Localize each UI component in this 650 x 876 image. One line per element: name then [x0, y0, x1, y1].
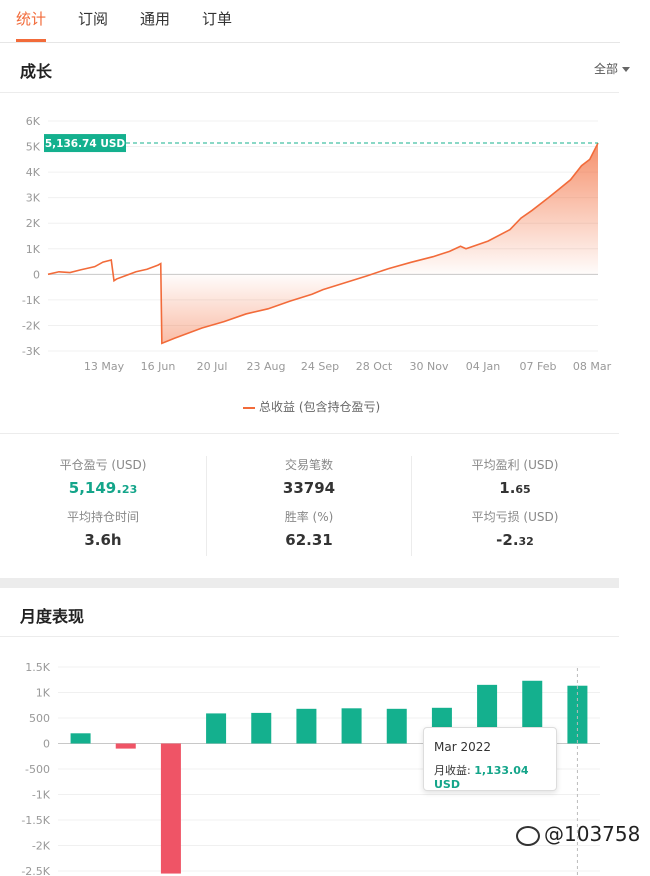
bar — [160, 743, 181, 874]
stat-value: -2.32 — [496, 531, 534, 549]
tooltip-value: 月收益: 1,133.04 USD — [434, 764, 529, 791]
y-tick-label: -500 — [25, 763, 50, 776]
stat-closed-pnl: 平仓盈亏 (USD) 5,149.23 — [0, 456, 206, 497]
y-tick-label: -1K — [22, 294, 41, 307]
growth-chart: 5,136.74 USD 6K 5K 4K 3K 2K 1K 0 -1K -2K -3K 13 Ma… — [22, 115, 612, 373]
monthly-header-divider — [0, 636, 619, 637]
y-tick-label: 5K — [26, 141, 41, 154]
growth-title: 成长 — [20, 62, 53, 81]
stat-label: 平仓盈亏 (USD) — [59, 458, 147, 472]
legend-label: 总收益 (包含持仓盈亏) — [259, 400, 381, 414]
growth-header-divider — [0, 92, 619, 93]
y-tick-label: -1K — [32, 789, 51, 802]
stat-trades: 交易笔数 33794 — [206, 456, 412, 497]
y-tick-label: 0 — [33, 268, 40, 281]
stat-value: 33794 — [282, 479, 336, 497]
current-value-text: 5,136.74 USD — [45, 138, 126, 150]
bar — [206, 713, 227, 744]
caret-down-icon — [622, 67, 630, 72]
stat-label: 胜率 (%) — [284, 510, 334, 524]
weibo-icon — [516, 825, 540, 846]
stat-value: 1.65 — [499, 479, 531, 497]
stat-value: 62.31 — [285, 531, 333, 549]
stat-divider — [411, 456, 412, 556]
bar — [296, 708, 317, 744]
tab-subscribe[interactable]: 订阅 — [78, 8, 108, 29]
section-separator — [0, 578, 619, 588]
range-dropdown-value: 全部 — [593, 62, 618, 76]
y-tick-label: 6K — [26, 115, 41, 128]
x-tick-label: 16 Jun — [141, 360, 176, 373]
stat-label: 交易笔数 — [284, 458, 333, 472]
tab-general[interactable]: 通用 — [140, 8, 170, 29]
stat-avg-loss: 平均亏损 (USD) -2.32 — [412, 508, 618, 549]
x-tick-label: 20 Jul — [197, 360, 228, 373]
tab-orders[interactable]: 订单 — [202, 8, 232, 29]
y-tick-label: -3K — [22, 345, 41, 358]
stat-avg-hold: 平均持仓时间 3.6h — [0, 508, 206, 549]
y-tick-label: 4K — [26, 166, 41, 179]
stat-value: 5,149.23 — [68, 479, 138, 497]
monthly-title: 月度表现 — [20, 607, 85, 626]
watermark: @103758 — [516, 822, 640, 846]
stat-divider — [206, 456, 207, 556]
x-tick-label: 07 Feb — [520, 360, 557, 373]
bar-tooltip: Mar 2022 月收益: 1,133.04 USD — [423, 727, 557, 791]
stat-label: 平均持仓时间 — [66, 510, 139, 524]
bar — [341, 708, 362, 744]
x-tick-label: 08 Mar — [573, 360, 612, 373]
x-tick-label: 24 Sep — [301, 360, 339, 373]
x-tick-label: 23 Aug — [247, 360, 286, 373]
y-tick-label: 3K — [26, 192, 41, 205]
y-tick-label: 2K — [26, 217, 41, 230]
bar — [251, 712, 272, 744]
legend-line-swatch — [243, 406, 255, 409]
y-tick-label: -1.5K — [21, 814, 50, 827]
y-tick-label: 1.5K — [25, 661, 50, 674]
tooltip-month: Mar 2022 — [434, 740, 491, 754]
y-tick-label: -2.5K — [21, 865, 50, 876]
x-tick-label: 28 Oct — [356, 360, 393, 373]
stat-winrate: 胜率 (%) 62.31 — [206, 508, 412, 549]
y-tick-label: 1K — [26, 243, 41, 256]
y-tick-label: 500 — [29, 712, 50, 725]
x-tick-label: 13 May — [84, 360, 125, 373]
bar — [115, 743, 136, 749]
y-tick-label: 1K — [36, 687, 51, 700]
stat-avg-profit: 平均盈利 (USD) 1.65 — [412, 456, 618, 497]
positive-area — [389, 143, 598, 275]
tab-bar: 统计 订阅 通用 订单 — [0, 0, 620, 43]
growth-legend[interactable]: 总收益 (包含持仓盈亏) — [243, 398, 380, 415]
y-tick-label: -2K — [22, 319, 41, 332]
x-tick-label: 04 Jan — [466, 360, 500, 373]
y-tick-label: -2K — [32, 840, 51, 853]
stat-label: 平均亏损 (USD) — [471, 510, 559, 524]
bar — [70, 733, 91, 744]
bar — [386, 708, 407, 744]
range-dropdown[interactable]: 全部 — [594, 60, 630, 77]
tab-statistics[interactable]: 统计 — [16, 8, 46, 29]
active-tab-indicator — [16, 39, 46, 42]
stats-divider — [0, 433, 619, 434]
y-tick-label: 0 — [43, 738, 50, 751]
x-tick-label: 30 Nov — [410, 360, 449, 373]
stat-label: 平均盈利 (USD) — [471, 458, 559, 472]
stat-value: 3.6h — [84, 531, 122, 549]
